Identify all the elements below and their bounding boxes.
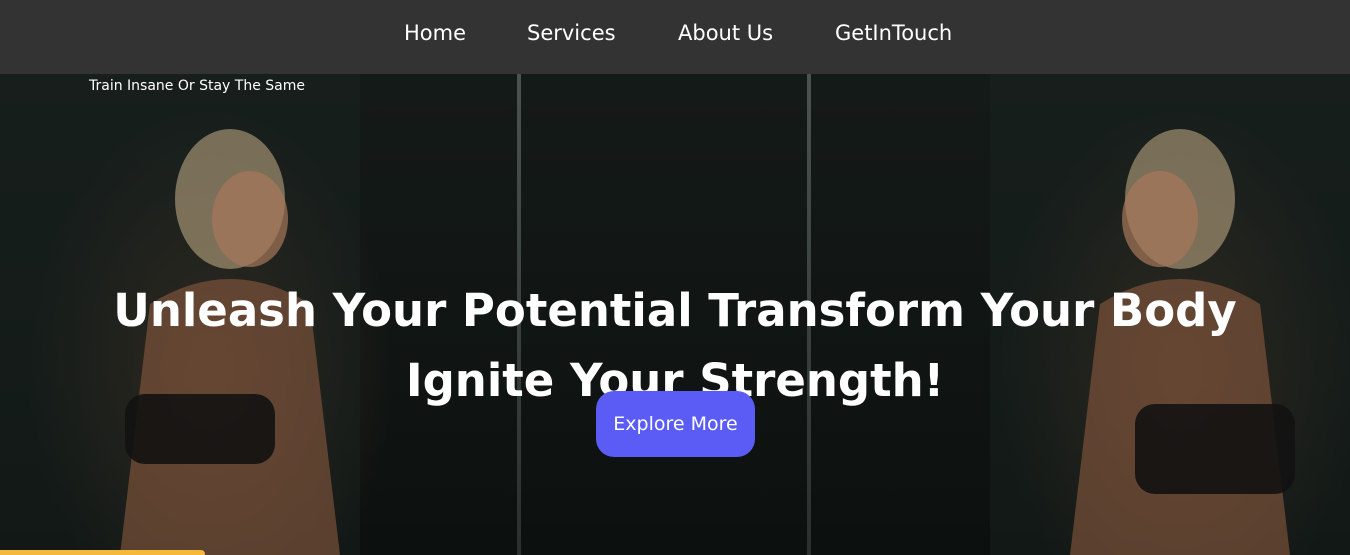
nav-link-get-in-touch[interactable]: GetInTouch <box>835 21 952 45</box>
landing-page: Home Services About Us GetInTouch Train … <box>0 0 1350 555</box>
top-navbar: Home Services About Us GetInTouch <box>0 0 1350 74</box>
nav-link-about-us[interactable]: About Us <box>678 21 773 45</box>
hero-headline-line-1: Unleash Your Potential Transform Your Bo… <box>113 284 1237 338</box>
hero-tagline: Train Insane Or Stay The Same <box>89 78 305 94</box>
bottom-accent-bar <box>0 550 205 555</box>
nav-link-services[interactable]: Services <box>527 21 616 45</box>
nav-link-home[interactable]: Home <box>404 21 466 45</box>
explore-more-button[interactable]: Explore More <box>596 391 755 457</box>
